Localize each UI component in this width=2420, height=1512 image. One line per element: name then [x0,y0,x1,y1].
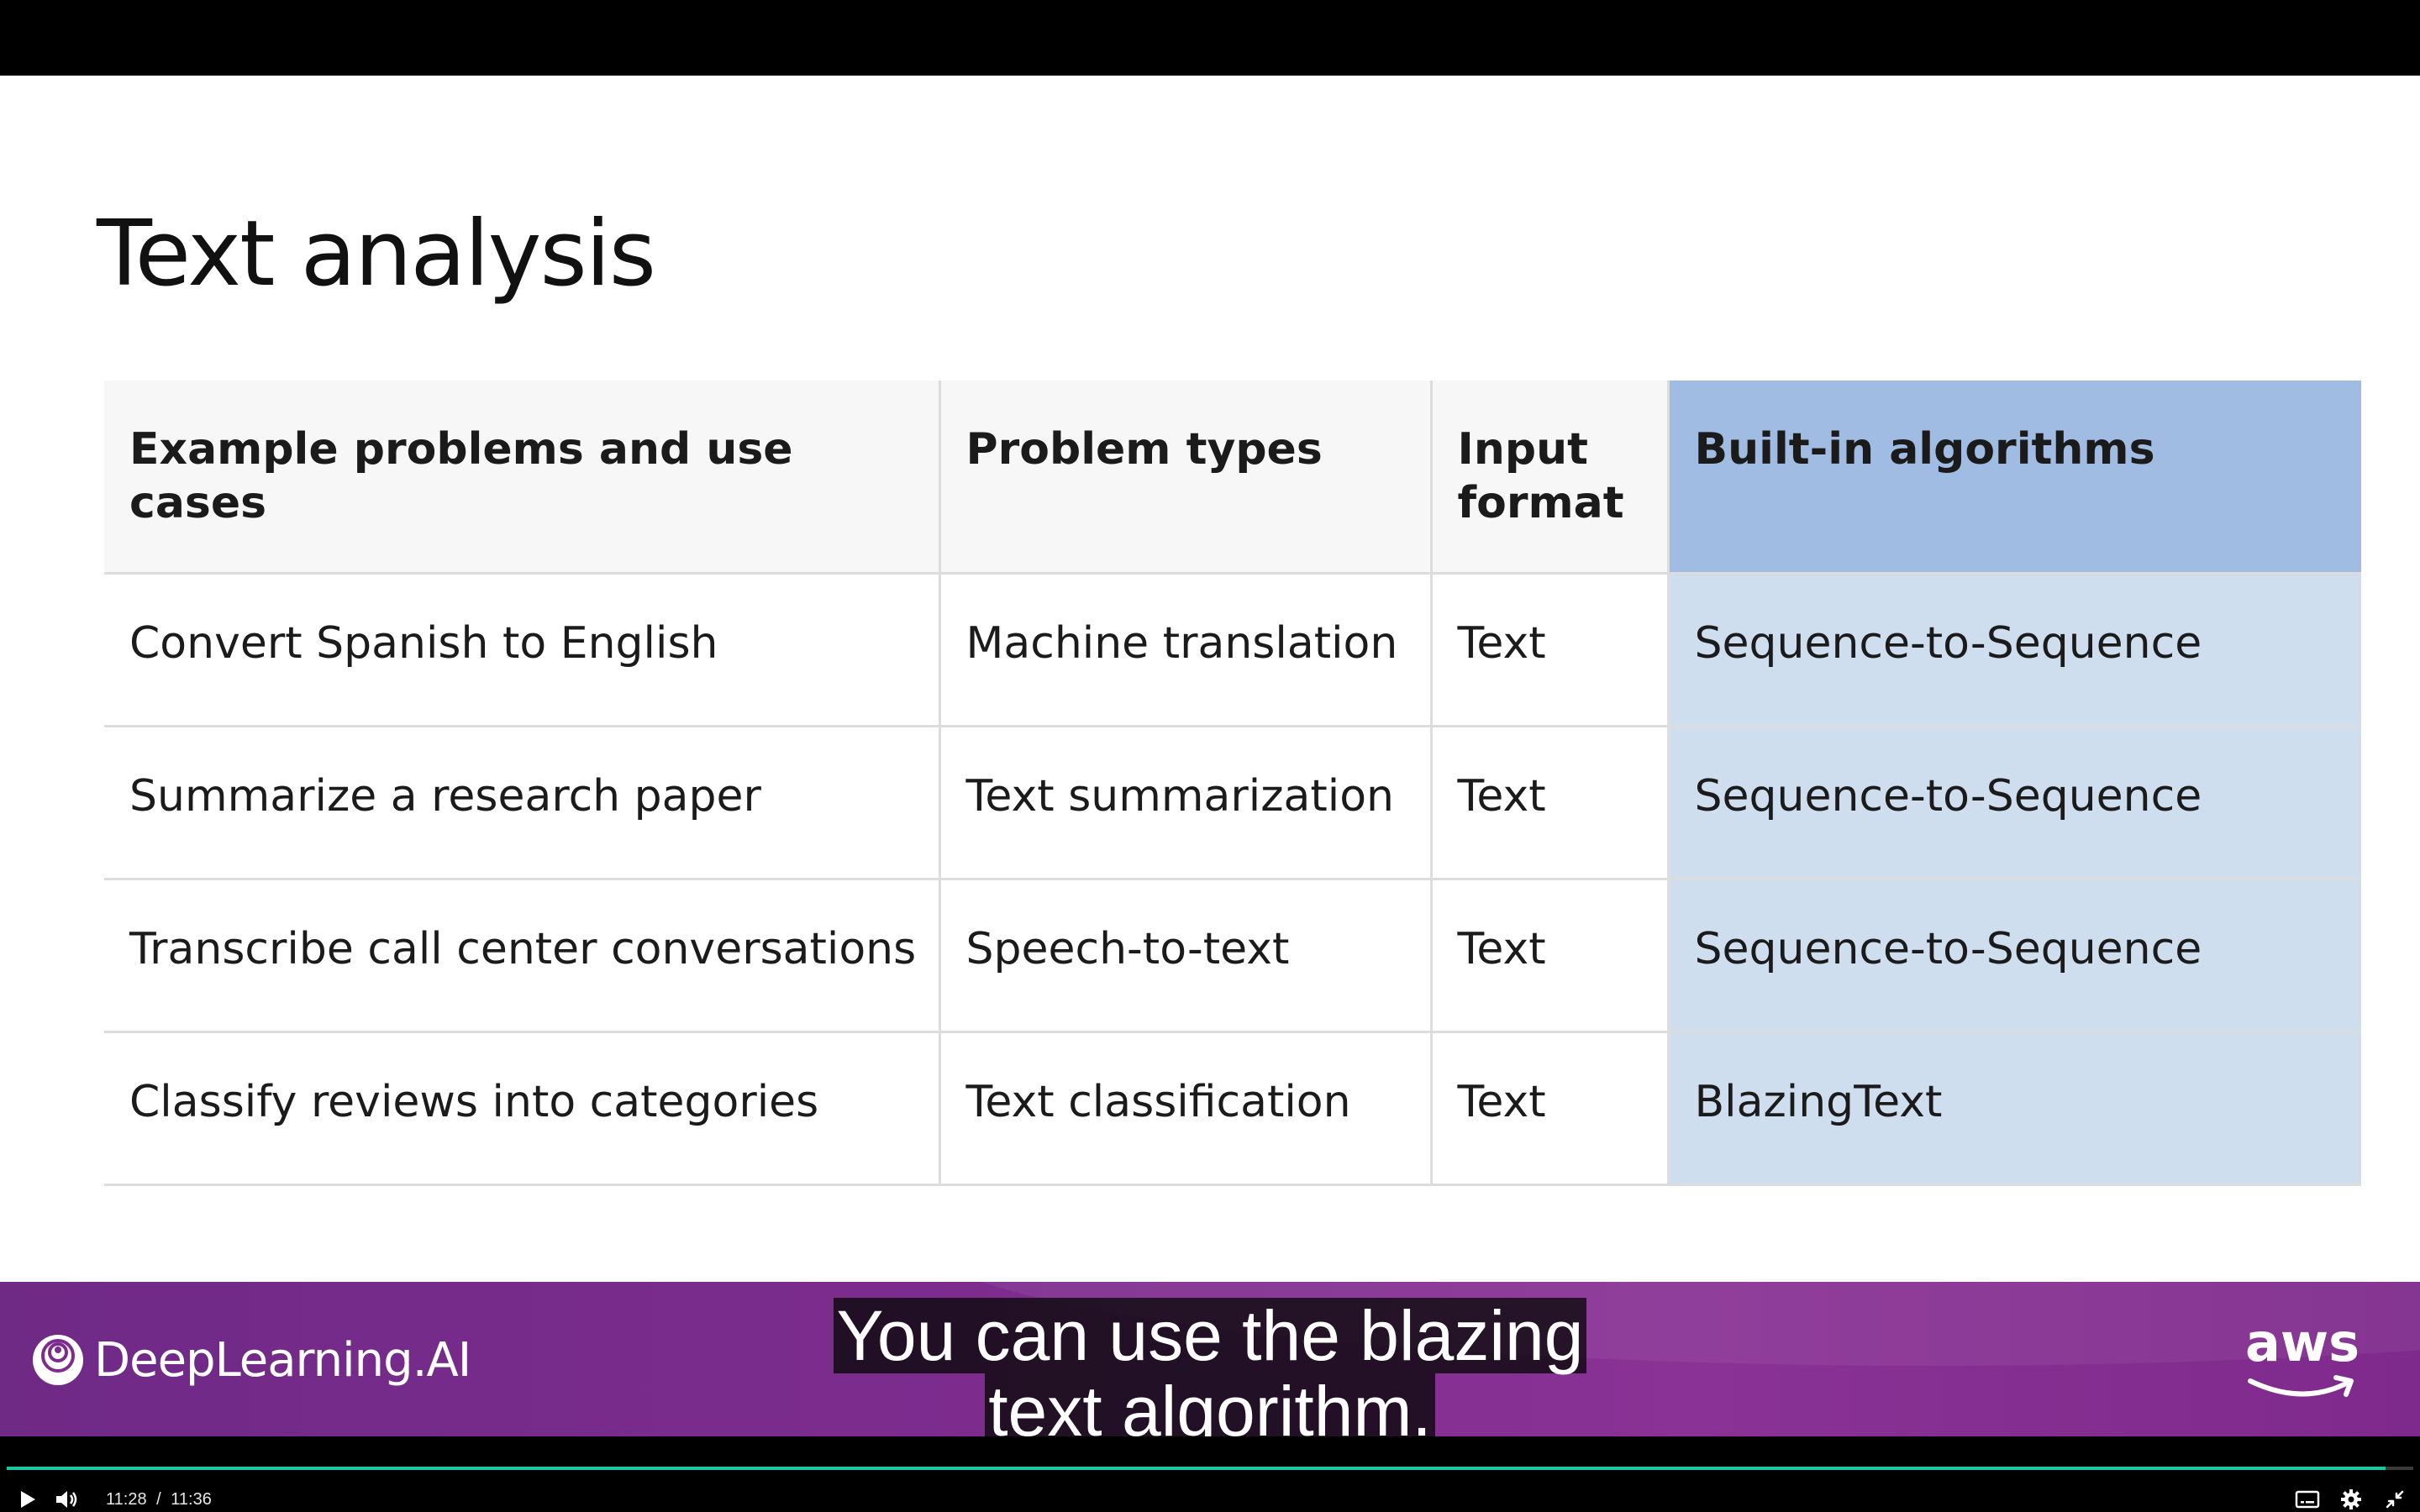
table-row: Summarize a research paper Text summariz… [104,726,2361,880]
captions-button[interactable] [2291,1487,2324,1512]
cell-algorithm: Sequence-to-Sequence [1668,879,2361,1033]
cell-problem-type: Speech-to-text [939,879,1433,1033]
header-input-format-label-line1: Input [1457,424,1588,475]
progress-bar[interactable] [7,1467,2413,1470]
cell-input-format: Text [1431,726,1670,880]
slide: Text analysis Example problems and use c… [0,76,2420,1282]
table-header-row: Example problems and use cases Problem t… [104,381,2361,575]
play-icon [21,1491,35,1508]
caption-line-1: You can use the blazing [833,1298,1587,1373]
cell-input-format: Text [1431,1032,1670,1186]
time-separator: / [156,1490,161,1509]
cell-algorithm: Sequence-to-Sequence [1668,573,2361,727]
cell-input-format: Text [1431,573,1670,727]
progress-fill [7,1467,2386,1470]
cell-input-format: Text [1431,879,1670,1033]
cell-algorithm: Sequence-to-Sequence [1668,726,2361,880]
table-row: Classify reviews into categories Text cl… [104,1032,2361,1186]
exit-fullscreen-icon [2386,1490,2404,1509]
header-built-in-algorithms-label: Built-in algorithms [1694,424,2155,475]
header-input-format-label-line2: format [1457,478,1624,528]
volume-button[interactable] [52,1487,82,1512]
captions: You can use the blazing text algorithm. [0,1298,2420,1449]
exit-fullscreen-button[interactable] [2380,1487,2410,1512]
cell-algorithm: BlazingText [1668,1032,2361,1186]
volume-icon [56,1491,77,1508]
header-problem-types-label: Problem types [965,424,1323,475]
header-use-cases-label: Example problems and use cases [129,424,793,528]
settings-button[interactable] [2334,1487,2368,1512]
settings-icon [2341,1489,2361,1509]
cell-problem-type: Text classification [939,1032,1433,1186]
header-built-in-algorithms: Built-in algorithms [1668,381,2361,575]
algorithms-table: Example problems and use cases Problem t… [104,381,2361,1186]
player-controls: 11:28 / 11:36 [0,1436,2420,1512]
header-use-cases: Example problems and use cases [104,381,941,575]
cell-use-case: Summarize a research paper [104,726,941,880]
header-problem-types: Problem types [939,381,1433,575]
play-button[interactable] [15,1487,40,1512]
slide-title: Text analysis [97,202,656,307]
cell-use-case: Convert Spanish to English [104,573,941,727]
cell-use-case: Classify reviews into categories [104,1032,941,1186]
cell-problem-type: Text summarization [939,726,1433,880]
video-player[interactable]: Text analysis Example problems and use c… [0,0,2420,1512]
cell-problem-type: Machine translation [939,573,1433,727]
header-input-format: Input format [1431,381,1670,575]
table-row: Transcribe call center conversations Spe… [104,879,2361,1033]
current-time: 11:28 [106,1490,147,1509]
cell-use-case: Transcribe call center conversations [104,879,941,1033]
captions-icon [2295,1490,2320,1509]
time-display: 11:28 / 11:36 [106,1487,217,1512]
table-row: Convert Spanish to English Machine trans… [104,573,2361,727]
duration: 11:36 [171,1490,212,1509]
